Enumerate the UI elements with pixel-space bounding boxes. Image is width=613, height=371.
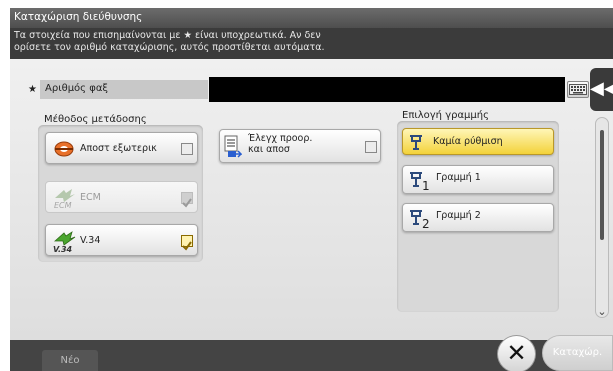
destination-check-button[interactable]: Έλεγχ προορ. και αποσ <box>219 129 381 163</box>
keyboard-button[interactable] <box>567 81 589 98</box>
destination-check-line1: Έλεγχ προορ. <box>248 133 313 144</box>
transmission-method-label: Μέθοδος μετάδοσης <box>44 114 147 125</box>
external-send-label: Αποστ εξωτερικ <box>80 143 157 154</box>
line-selection-group: Καμία ρύθμιση 1 Γραμμή 1 2 Γραμμή 2 <box>397 121 559 312</box>
external-send-button[interactable]: Αποστ εξωτερικ <box>45 132 198 164</box>
window-title: Καταχώριση διεύθυνσης <box>10 8 613 28</box>
destination-check-icon <box>224 135 242 158</box>
transmission-method-group: Αποστ εξωτερικ ECM ECM V.34 V.34 <box>38 125 203 262</box>
scroll-down-icon[interactable]: ⌄ <box>595 305 609 319</box>
new-tab[interactable]: Νέο <box>42 350 98 371</box>
scrollbar[interactable] <box>595 117 609 318</box>
fax-number-input[interactable] <box>209 77 565 102</box>
svg-text:V.34: V.34 <box>53 245 73 254</box>
destination-check-label: Έλεγχ προορ. και αποσ <box>248 133 312 155</box>
line-2-number: 2 <box>422 217 430 231</box>
address-panel: ★ Αριθμός φαξ ◀◀ ⌄ Μέθοδος μετάδοσης Απο… <box>10 59 613 371</box>
side-panel-toggle[interactable]: ◀◀ <box>590 68 613 111</box>
info-line-2: ορίσετε τον αριθμό καταχώρισης, αυτός πρ… <box>14 42 325 53</box>
check-icon <box>182 198 192 208</box>
v34-button[interactable]: V.34 V.34 <box>45 224 198 256</box>
scrollbar-thumb[interactable] <box>600 130 604 240</box>
keyboard-icon <box>569 84 587 95</box>
external-send-checkbox[interactable] <box>181 143 193 155</box>
register-button[interactable]: Καταχώρ. <box>542 335 613 371</box>
ecm-checkbox[interactable] <box>181 192 193 208</box>
line-selection-label: Επιλογή γραμμής <box>402 110 489 121</box>
info-line-1: Τα στοιχεία που επισημαίνονται με ★ είνα… <box>14 30 321 41</box>
fax-number-label: Αριθμός φαξ <box>40 80 208 99</box>
ecm-label: ECM <box>80 192 101 203</box>
line-1-button[interactable]: 1 Γραμμή 1 <box>402 165 554 194</box>
line-2-button[interactable]: 2 Γραμμή 2 <box>402 203 554 232</box>
close-button[interactable]: ✕ <box>497 335 536 371</box>
svg-text:ECM: ECM <box>54 201 72 210</box>
destination-check-checkbox[interactable] <box>365 141 377 153</box>
line-1-label: Γραμμή 1 <box>436 172 481 183</box>
phone-line-icon <box>410 135 422 150</box>
check-icon <box>182 241 192 251</box>
external-send-icon <box>54 141 74 157</box>
ecm-icon: ECM <box>54 189 75 210</box>
line-none-button[interactable]: Καμία ρύθμιση <box>402 128 554 155</box>
line-2-label: Γραμμή 2 <box>436 210 481 221</box>
required-star-icon: ★ <box>28 84 37 95</box>
v34-icon: V.34 <box>53 231 76 254</box>
line-none-label: Καμία ρύθμιση <box>433 136 503 147</box>
v34-checkbox[interactable] <box>181 235 193 251</box>
fax-number-row: ★ Αριθμός φαξ <box>23 77 565 102</box>
v34-label: V.34 <box>80 235 101 246</box>
ecm-button[interactable]: ECM ECM <box>45 181 198 213</box>
destination-check-line2: και αποσ <box>248 144 290 155</box>
line-1-number: 1 <box>422 179 430 193</box>
info-message: Τα στοιχεία που επισημαίνονται με ★ είνα… <box>10 28 613 59</box>
